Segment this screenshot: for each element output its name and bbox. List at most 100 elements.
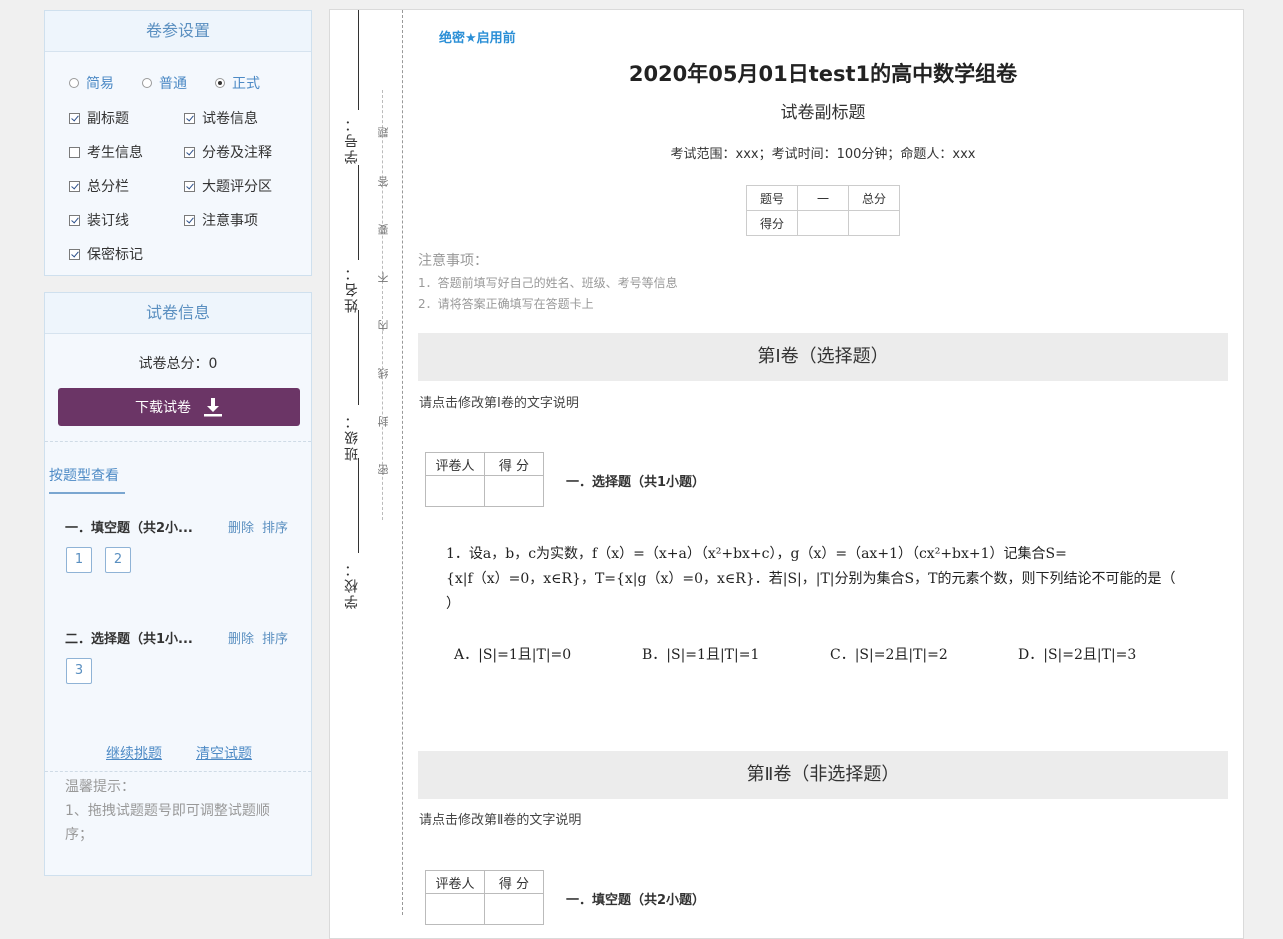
- settings-panel: 卷参设置 简易 普通 正式 副标题 试卷信息 考生信息 分卷及注释 总分栏 大题…: [44, 10, 312, 276]
- option-total-score[interactable]: 总分栏: [69, 176, 129, 196]
- option-label: 试卷信息: [202, 111, 258, 127]
- question-text: ）: [446, 596, 460, 612]
- grader-cell: [425, 893, 485, 925]
- checkbox-icon[interactable]: [69, 180, 80, 192]
- score-cell: 得分: [746, 210, 798, 236]
- exam-info[interactable]: 考试范围：xxx；考试时间：100分钟；命题人：xxx: [418, 143, 1228, 162]
- binding-char: 答: [377, 176, 390, 187]
- divider: [45, 441, 311, 442]
- section-heading-fill[interactable]: 一．填空题（共2小题）: [566, 889, 705, 908]
- binding-label-class: 班级：: [344, 413, 360, 461]
- option-c[interactable]: C．|S|=2且|T|=2: [830, 644, 948, 664]
- total-score: 试卷总分：0: [138, 356, 218, 372]
- paper-info-panel: 试卷信息 试卷总分：0 下载试卷 按题型查看 一．填空题（共2小... 删除 排…: [44, 292, 312, 876]
- notes-heading[interactable]: 注意事项：: [418, 250, 488, 270]
- sort-group-button[interactable]: 排序: [262, 517, 288, 536]
- delete-group-button[interactable]: 删除: [228, 517, 254, 536]
- checkbox-icon[interactable]: [69, 112, 80, 124]
- binding-inner-line: [382, 90, 383, 520]
- checkbox-icon[interactable]: [69, 146, 80, 158]
- secret-mark[interactable]: 绝密★启用前: [439, 27, 516, 46]
- question-number-button[interactable]: 3: [66, 658, 92, 684]
- grader-table: 评卷人 得 分: [425, 452, 544, 507]
- part2-description[interactable]: 请点击修改第Ⅱ卷的文字说明: [419, 809, 581, 828]
- option-label: 副标题: [87, 111, 129, 127]
- part1-title-bar[interactable]: 第Ⅰ卷（选择题）: [418, 333, 1228, 381]
- score-cell: 一: [797, 185, 849, 211]
- binding-label-student-no: 学号：: [344, 116, 360, 164]
- grader-cell: 评卷人: [425, 870, 485, 894]
- binding-label-school: 学校：: [344, 561, 360, 609]
- option-subtitle[interactable]: 副标题: [69, 108, 129, 128]
- option-label: 装订线: [87, 213, 129, 229]
- download-label: 下载试卷: [135, 400, 191, 416]
- grader-cell: [484, 893, 544, 925]
- download-icon: [204, 398, 222, 417]
- binding-underline: [358, 458, 359, 553]
- note-item: 2．请将答案正确填写在答题卡上: [418, 297, 594, 311]
- option-b[interactable]: B．|S|=1且|T|=1: [642, 644, 759, 664]
- checkbox-icon[interactable]: [184, 146, 195, 158]
- option-paper-info[interactable]: 试卷信息: [184, 108, 258, 128]
- option-student-info[interactable]: 考生信息: [69, 142, 143, 162]
- tip-text: 1、拖拽试题题号即可调整试题顺: [65, 803, 270, 819]
- download-button[interactable]: 下载试卷: [58, 388, 300, 426]
- option-label: 分卷及注释: [202, 145, 272, 161]
- paper-title[interactable]: 2020年05月01日test1的高中数学组卷: [418, 58, 1228, 88]
- option-label: 注意事项: [202, 213, 258, 229]
- radio-icon[interactable]: [69, 78, 79, 88]
- tip-text: 序；: [65, 827, 93, 843]
- clear-questions-link[interactable]: 清空试题: [196, 743, 252, 763]
- option-notes[interactable]: 注意事项: [184, 210, 258, 230]
- mode-label: 正式: [232, 76, 260, 92]
- binding-dashed-line: [402, 10, 403, 915]
- tab-by-question-type[interactable]: 按题型查看: [49, 465, 125, 494]
- mode-radio-normal[interactable]: 普通: [142, 73, 215, 93]
- option-label: 保密标记: [87, 247, 143, 263]
- checkbox-icon[interactable]: [69, 214, 80, 226]
- option-binding-line[interactable]: 装订线: [69, 210, 129, 230]
- radio-icon[interactable]: [142, 78, 152, 88]
- question-number-button[interactable]: 1: [66, 547, 92, 573]
- binding-label-name: 姓名：: [344, 265, 360, 313]
- delete-group-button[interactable]: 删除: [228, 628, 254, 647]
- sort-group-button[interactable]: 排序: [262, 628, 288, 647]
- part2-title-bar[interactable]: 第Ⅱ卷（非选择题）: [418, 751, 1228, 799]
- settings-title: 卷参设置: [45, 11, 311, 52]
- part1-description[interactable]: 请点击修改第Ⅰ卷的文字说明: [419, 392, 579, 411]
- checkbox-icon[interactable]: [184, 180, 195, 192]
- mode-label: 普通: [159, 76, 187, 92]
- checkbox-icon[interactable]: [69, 248, 80, 260]
- binding-char: 线: [377, 368, 390, 379]
- mode-radio-simple[interactable]: 简易: [69, 73, 142, 93]
- option-grading-area[interactable]: 大题评分区: [184, 176, 272, 196]
- question-text: 1．设a，b，c为实数，f（x）=（x+a）（x²+bx+c），g（x）=（ax…: [446, 546, 1067, 562]
- grader-cell: 得 分: [484, 870, 544, 894]
- total-score-table: 题号 一 总分 得分: [746, 185, 900, 236]
- binding-underline: [358, 165, 359, 260]
- mode-radio-formal[interactable]: 正式: [215, 73, 288, 93]
- section-heading-choice[interactable]: 一．选择题（共1小题）: [566, 471, 705, 490]
- option-secret-mark[interactable]: 保密标记: [69, 244, 143, 264]
- binding-underline: [358, 10, 359, 110]
- grader-cell: [484, 475, 544, 507]
- option-split-notes[interactable]: 分卷及注释: [184, 142, 272, 162]
- binding-char: 密: [377, 464, 390, 475]
- option-d[interactable]: D．|S|=2且|T|=3: [1018, 644, 1136, 664]
- question-1[interactable]: 1．设a，b，c为实数，f（x）=（x+a）（x²+bx+c），g（x）=（ax…: [446, 542, 1206, 617]
- option-label: 总分栏: [87, 179, 129, 195]
- binding-char: 题: [377, 127, 390, 138]
- paper-info-title: 试卷信息: [45, 293, 311, 334]
- binding-underline: [358, 310, 359, 405]
- checkbox-icon[interactable]: [184, 214, 195, 226]
- question-number-button[interactable]: 2: [105, 547, 131, 573]
- checkbox-icon[interactable]: [184, 112, 195, 124]
- radio-icon[interactable]: [215, 78, 225, 88]
- option-label: 考生信息: [87, 145, 143, 161]
- mode-label: 简易: [86, 76, 114, 92]
- grader-cell: [425, 475, 485, 507]
- option-a[interactable]: A．|S|=1且|T|=0: [454, 644, 571, 664]
- paper-subtitle[interactable]: 试卷副标题: [418, 98, 1228, 123]
- score-cell: [797, 210, 849, 236]
- continue-pick-link[interactable]: 继续挑题: [106, 743, 162, 763]
